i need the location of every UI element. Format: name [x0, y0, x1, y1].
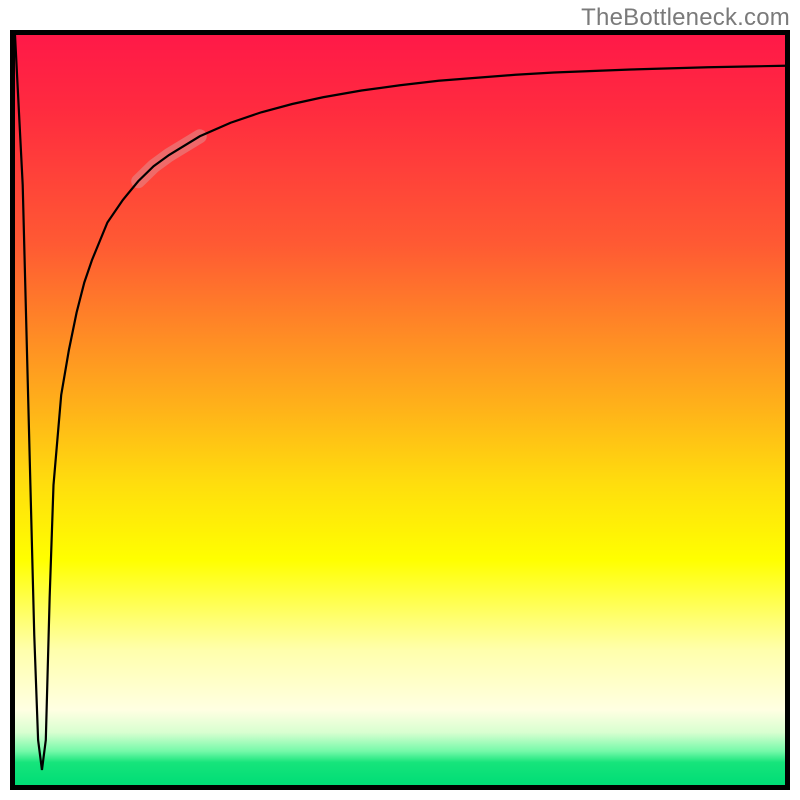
- plot-frame: [10, 30, 790, 790]
- chart-stage: TheBottleneck.com: [0, 0, 800, 800]
- curve-line: [15, 35, 785, 770]
- curve-layer: [15, 35, 785, 785]
- watermark-text: TheBottleneck.com: [581, 4, 790, 32]
